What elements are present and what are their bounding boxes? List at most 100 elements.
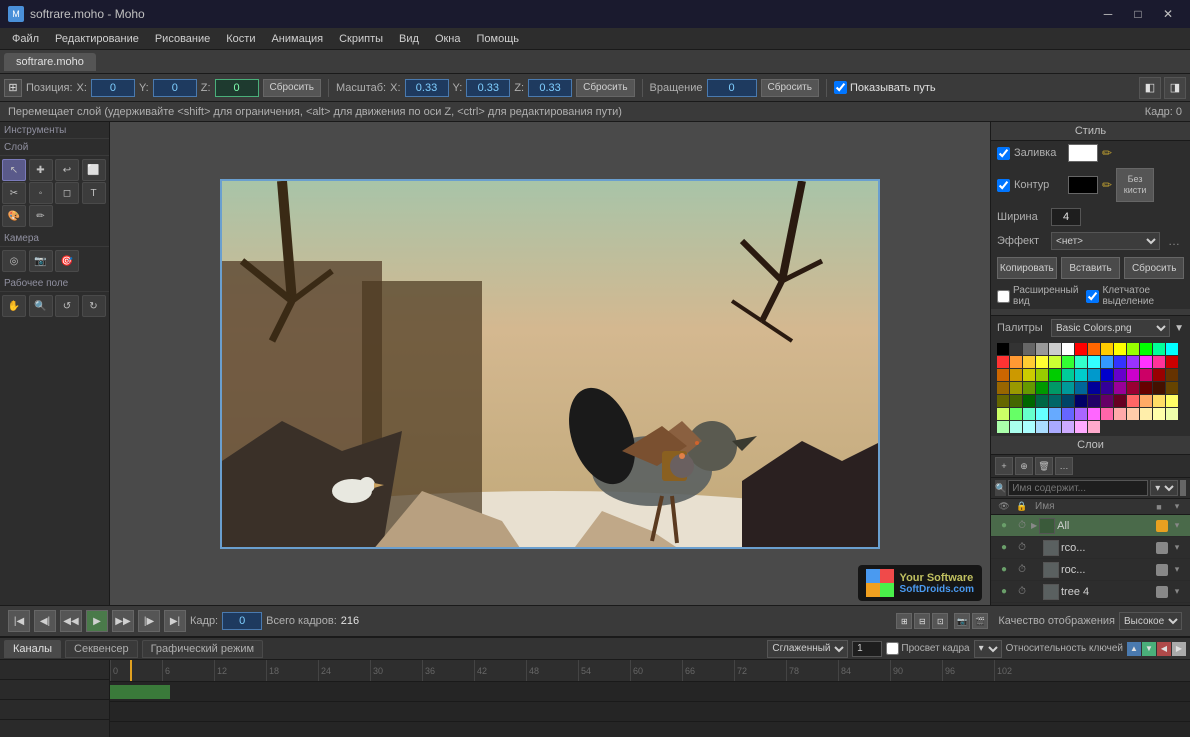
paste-style-button[interactable]: Вставить	[1061, 257, 1121, 279]
view-btn-1[interactable]: ⊞	[896, 613, 912, 629]
palette-color-cell[interactable]	[1023, 395, 1035, 407]
timeline-playhead[interactable]	[130, 660, 132, 681]
rotation-input[interactable]	[707, 79, 757, 97]
palette-color-cell[interactable]	[1101, 369, 1113, 381]
tab-sequencer[interactable]: Секвенсер	[65, 640, 138, 658]
palette-color-cell[interactable]	[1023, 382, 1035, 394]
position-z-input[interactable]	[215, 79, 259, 97]
palette-color-cell[interactable]	[1010, 408, 1022, 420]
palette-color-cell[interactable]	[1010, 421, 1022, 433]
palette-color-cell[interactable]	[1153, 382, 1165, 394]
palette-color-cell[interactable]	[1023, 343, 1035, 355]
tool-rect[interactable]: ⬜	[82, 159, 106, 181]
effect-select[interactable]: <нет>	[1051, 232, 1160, 250]
palette-color-cell[interactable]	[1140, 343, 1152, 355]
copy-style-button[interactable]: Копировать	[997, 257, 1057, 279]
palette-color-cell[interactable]	[1127, 382, 1139, 394]
palette-color-cell[interactable]	[1075, 356, 1087, 368]
layer-filter-select[interactable]: ▾	[1150, 480, 1178, 496]
palette-color-cell[interactable]	[997, 356, 1009, 368]
position-y-input[interactable]	[153, 79, 197, 97]
palette-color-cell[interactable]	[1075, 421, 1087, 433]
skip-start-button[interactable]: |◀	[8, 610, 30, 632]
palette-color-cell[interactable]	[1166, 382, 1178, 394]
fill-color[interactable]	[1068, 144, 1098, 162]
tool-cam-1[interactable]: ◎	[2, 250, 26, 272]
palette-color-cell[interactable]	[1049, 421, 1061, 433]
reset-scale-button[interactable]: Сбросить	[576, 79, 634, 97]
palette-color-cell[interactable]	[1023, 421, 1035, 433]
palette-color-cell[interactable]	[1114, 356, 1126, 368]
layer-anim-btn[interactable]: ⏱	[1013, 517, 1031, 535]
contour-checkbox[interactable]	[997, 179, 1010, 192]
palette-color-cell[interactable]	[1166, 343, 1178, 355]
palette-color-cell[interactable]	[1049, 408, 1061, 420]
palette-color-cell[interactable]	[1127, 408, 1139, 420]
fill-edit-icon[interactable]: ✏	[1102, 146, 1112, 160]
layer-more-button[interactable]: …	[1055, 457, 1073, 475]
menu-scripts[interactable]: Скрипты	[331, 31, 391, 47]
menu-draw[interactable]: Рисование	[147, 31, 218, 47]
tool-node[interactable]: ◦	[29, 182, 53, 204]
palette-color-cell[interactable]	[1153, 356, 1165, 368]
palette-color-cell[interactable]	[1049, 356, 1061, 368]
layer-filter-input[interactable]	[1008, 480, 1148, 496]
palette-color-cell[interactable]	[1036, 369, 1048, 381]
prev-frame-button[interactable]: ◀◀	[60, 610, 82, 632]
palette-color-cell[interactable]	[1127, 356, 1139, 368]
palette-color-cell[interactable]	[1166, 369, 1178, 381]
scale-x-input[interactable]	[405, 79, 449, 97]
palette-color-cell[interactable]	[1062, 408, 1074, 420]
layer-del-button[interactable]: 🗑	[1035, 457, 1053, 475]
quality-select[interactable]: Высокое	[1119, 612, 1182, 630]
tool-ws-4[interactable]: ↻	[82, 295, 106, 317]
layer-vis-btn[interactable]: ●	[995, 539, 1013, 557]
tool-ws-2[interactable]: 🔍	[29, 295, 53, 317]
layer-anim-btn[interactable]: ⏱	[1013, 539, 1031, 557]
palette-color-cell[interactable]	[1088, 421, 1100, 433]
palette-color-cell[interactable]	[1114, 382, 1126, 394]
palette-color-cell[interactable]	[1127, 395, 1139, 407]
layer-vis-btn[interactable]: ●	[995, 583, 1013, 601]
palette-color-cell[interactable]	[1140, 395, 1152, 407]
view-btn-3[interactable]: ⊡	[932, 613, 948, 629]
menu-animate[interactable]: Анимация	[263, 31, 331, 47]
palette-color-cell[interactable]	[1088, 369, 1100, 381]
menu-help[interactable]: Помощь	[469, 31, 528, 47]
palette-color-cell[interactable]	[1036, 421, 1048, 433]
palette-color-cell[interactable]	[1010, 395, 1022, 407]
layer-extra[interactable]: ▾	[1168, 564, 1186, 575]
tool-cam-2[interactable]: 📷	[29, 250, 53, 272]
tl-btn-1[interactable]: ▲	[1127, 642, 1141, 656]
palette-color-cell[interactable]	[1010, 343, 1022, 355]
skip-end-button[interactable]: ▶|	[164, 610, 186, 632]
tool-ws-3[interactable]: ↺	[55, 295, 79, 317]
contour-edit-icon[interactable]: ✏	[1102, 178, 1112, 192]
position-x-input[interactable]	[91, 79, 135, 97]
palette-color-cell[interactable]	[1153, 395, 1165, 407]
layer-extra[interactable]: ▾	[1168, 586, 1186, 597]
fill-checkbox[interactable]	[997, 147, 1010, 160]
scale-z-input[interactable]	[528, 79, 572, 97]
palette-color-cell[interactable]	[997, 421, 1009, 433]
palette-color-cell[interactable]	[1049, 369, 1061, 381]
palette-color-cell[interactable]	[1127, 343, 1139, 355]
reset-style-button[interactable]: Сбросить	[1124, 257, 1184, 279]
layer-anim-btn[interactable]: ⏱	[1013, 583, 1031, 601]
layer-vis-btn[interactable]: ●	[995, 517, 1013, 535]
smoothing-select[interactable]: Сглаженный	[767, 640, 848, 658]
layer-row[interactable]: ● ⏱ ▶ All ▾	[991, 515, 1190, 537]
next-frame-button[interactable]: ▶▶	[112, 610, 134, 632]
palette-color-cell[interactable]	[1166, 395, 1178, 407]
palette-color-cell[interactable]	[997, 369, 1009, 381]
tool-cam-3[interactable]: 🎯	[55, 250, 79, 272]
palette-color-cell[interactable]	[1088, 408, 1100, 420]
layer-add-button[interactable]: +	[995, 457, 1013, 475]
cell-sel-label[interactable]: Клетчатое выделение	[1086, 285, 1184, 307]
layer-extra[interactable]: ▾	[1168, 542, 1186, 553]
palette-color-cell[interactable]	[1023, 356, 1035, 368]
palette-color-cell[interactable]	[1101, 343, 1113, 355]
palette-select[interactable]: Basic Colors.png	[1051, 319, 1170, 337]
view-btn-2[interactable]: ⊟	[914, 613, 930, 629]
palette-color-cell[interactable]	[997, 343, 1009, 355]
